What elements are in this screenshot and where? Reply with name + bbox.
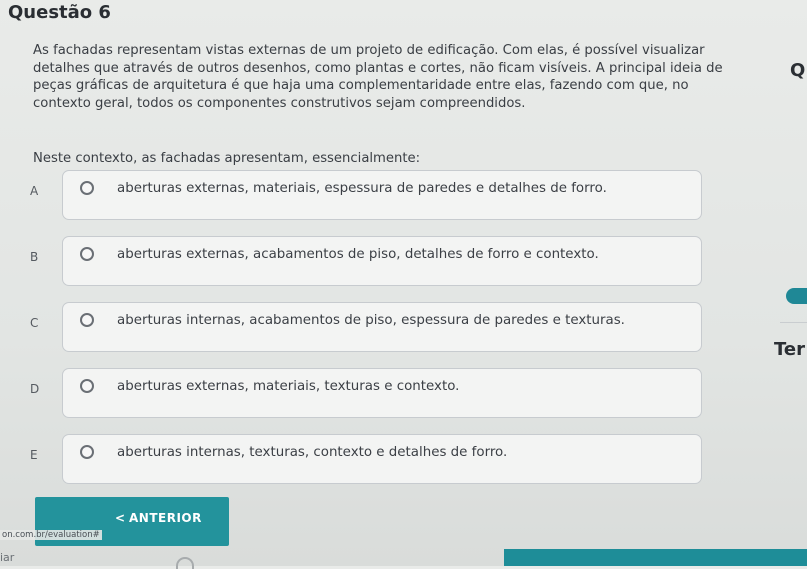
- option-letter: B: [30, 250, 39, 264]
- option-text: aberturas externas, materiais, texturas …: [117, 379, 460, 394]
- radio-button[interactable]: [80, 313, 94, 327]
- option-text: aberturas externas, materiais, espessura…: [117, 181, 607, 196]
- option-text: aberturas externas, acabamentos de piso,…: [117, 247, 599, 262]
- option-letter: A: [30, 184, 39, 198]
- side-panel-label-ter: Ter: [774, 339, 805, 360]
- side-divider: [780, 322, 807, 323]
- radio-button[interactable]: [80, 181, 94, 195]
- chevron-left-icon: <: [115, 511, 126, 525]
- side-progress-pill: [786, 288, 807, 304]
- radio-button[interactable]: [80, 379, 94, 393]
- option-letter: C: [30, 316, 39, 330]
- previous-label: ANTERIOR: [129, 511, 202, 525]
- question-lead: Neste contexto, as fachadas apresentam, …: [33, 151, 421, 166]
- option-letter: D: [30, 382, 40, 396]
- option-letter: E: [30, 448, 38, 462]
- option-text: aberturas internas, acabamentos de piso,…: [117, 313, 625, 328]
- bottom-accent-bar[interactable]: [504, 549, 807, 566]
- chevron-up-icon[interactable]: [176, 557, 194, 569]
- bottom-text: iar: [0, 551, 15, 564]
- side-panel-label-q: Q: [790, 60, 806, 81]
- radio-button[interactable]: [80, 445, 94, 459]
- question-title: Questão 6: [8, 2, 111, 23]
- status-url: on.com.br/evaluation#: [0, 530, 102, 540]
- question-body: As fachadas representam vistas externas …: [33, 43, 723, 111]
- radio-button[interactable]: [80, 247, 94, 261]
- option-text: aberturas internas, texturas, contexto e…: [117, 445, 508, 460]
